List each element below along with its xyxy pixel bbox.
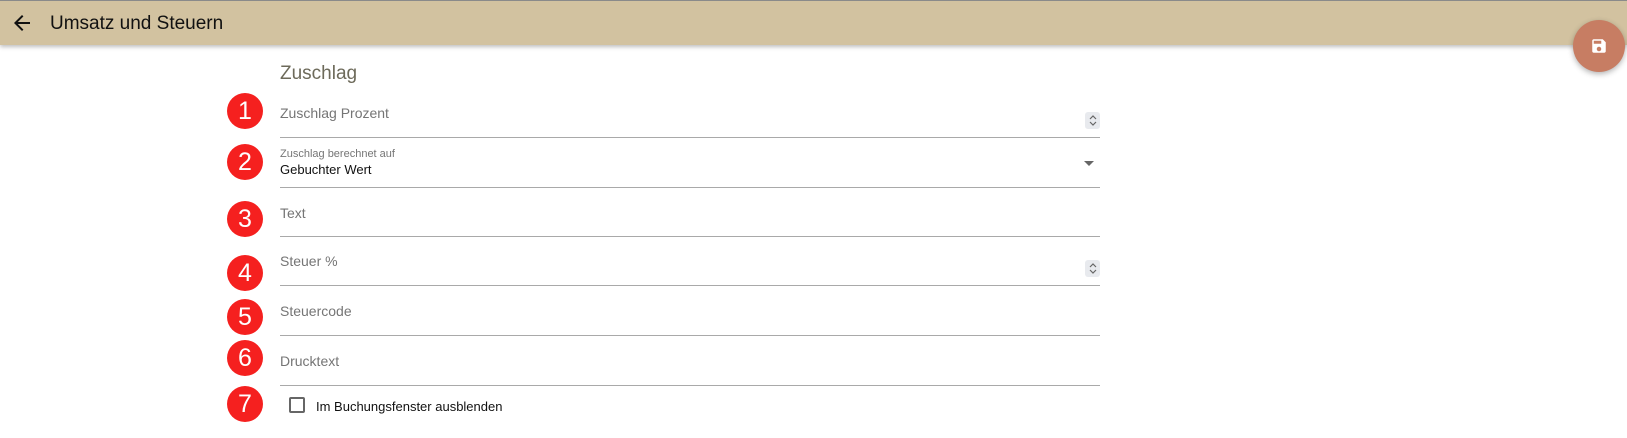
text-field[interactable]: Text — [280, 204, 1100, 237]
dropdown-arrow-icon — [1084, 161, 1094, 166]
drucktext-label: Drucktext — [280, 353, 340, 369]
zuschlag-prozent-field[interactable]: Zuschlag Prozent — [280, 100, 1100, 138]
page-title: Umsatz und Steuern — [50, 13, 224, 34]
steuercode-field[interactable]: Steuercode — [280, 302, 1100, 336]
spinner-arrows-icon — [1089, 115, 1096, 126]
number-spinner[interactable] — [1085, 112, 1100, 129]
number-spinner[interactable] — [1085, 260, 1100, 277]
step-badge-6: 6 — [227, 340, 263, 376]
step-badge-5: 5 — [227, 299, 263, 335]
step-badge-4: 4 — [227, 255, 263, 291]
step-badge-7: 7 — [227, 386, 263, 422]
drucktext-field[interactable]: Drucktext — [280, 351, 1100, 386]
step-badge-2: 2 — [227, 144, 263, 180]
steuer-field[interactable]: Steuer % — [280, 252, 1100, 286]
text-label: Text — [280, 205, 306, 221]
app-bar: Umsatz und Steuern — [0, 0, 1627, 45]
step-badge-3: 3 — [227, 201, 263, 237]
zuschlag-prozent-label: Zuschlag Prozent — [280, 105, 389, 121]
berechnet-auf-label: Zuschlag berechnet auf — [280, 148, 395, 160]
berechnet-auf-value: Gebuchter Wert — [280, 162, 372, 177]
ausblenden-checkbox-label[interactable]: Im Buchungsfenster ausblenden — [316, 399, 502, 414]
step-badge-1: 1 — [227, 93, 263, 129]
section-title: Zuschlag — [280, 63, 358, 84]
steuer-label: Steuer % — [280, 253, 338, 269]
ausblenden-checkbox[interactable] — [289, 397, 305, 413]
berechnet-auf-select[interactable]: Zuschlag berechnet auf Gebuchter Wert — [280, 148, 1100, 188]
save-icon — [1592, 39, 1606, 53]
spinner-arrows-icon — [1089, 263, 1096, 274]
save-button[interactable] — [1573, 20, 1625, 72]
arrow-left-icon — [14, 15, 30, 31]
back-button[interactable] — [10, 11, 34, 35]
steuercode-label: Steuercode — [280, 303, 352, 319]
